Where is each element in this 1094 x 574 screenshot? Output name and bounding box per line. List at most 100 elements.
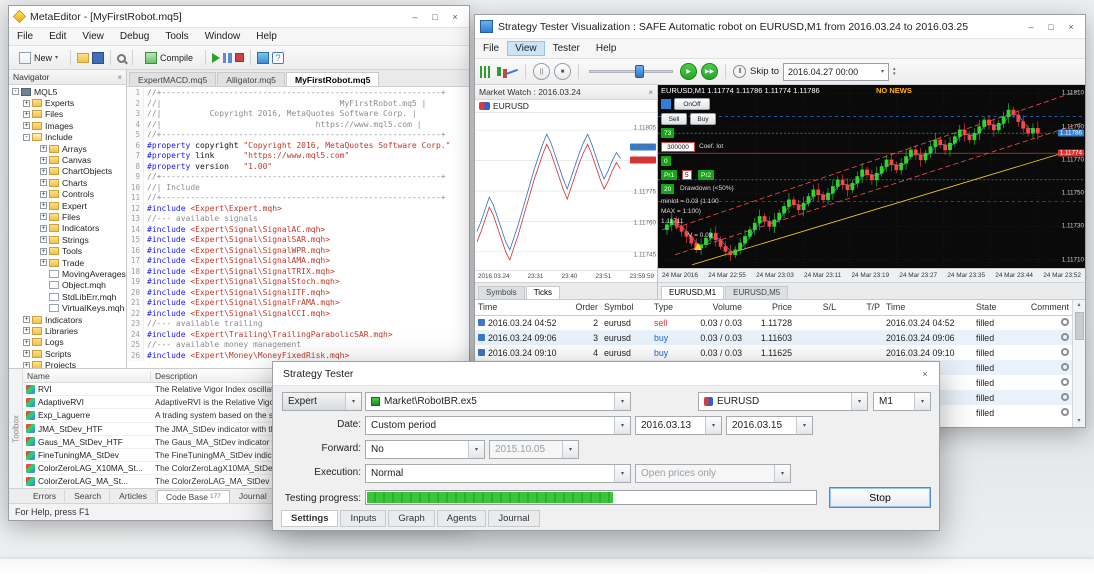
gear-icon[interactable] xyxy=(1061,332,1069,341)
gear-icon[interactable] xyxy=(1061,347,1069,356)
menu-item[interactable]: Help xyxy=(588,41,625,56)
navigator-item[interactable]: + Indicators xyxy=(9,223,126,234)
forward-combo[interactable]: No xyxy=(365,440,485,459)
tree-expander-icon[interactable]: + xyxy=(40,259,47,267)
chart-icon[interactable] xyxy=(257,51,270,64)
minimize-icon[interactable]: – xyxy=(406,9,424,25)
debug-start-icon[interactable] xyxy=(212,52,221,63)
pr1-value[interactable]: 5 xyxy=(682,170,692,180)
menu-item[interactable]: File xyxy=(9,29,41,44)
navigator-item[interactable]: + Files xyxy=(9,211,126,222)
navigator-item[interactable]: + Experts xyxy=(9,97,126,108)
bar-chart-icon[interactable] xyxy=(480,65,493,78)
candlestick-chart[interactable]: 1.11810 1.11790 1.11770 1.11750 1.11730 1.117… xyxy=(658,85,1085,268)
navigator-item[interactable]: + Libraries xyxy=(9,325,126,336)
tree-expander-icon[interactable]: + xyxy=(40,190,47,198)
menu-item[interactable]: Debug xyxy=(112,29,157,44)
buy-button[interactable]: Buy xyxy=(690,113,716,125)
date-to-combo[interactable]: 2016.03.15 xyxy=(726,416,813,435)
tree-expander-icon[interactable] xyxy=(40,305,47,312)
tree-expander-icon[interactable]: + xyxy=(40,247,47,255)
menu-item[interactable]: View xyxy=(74,29,112,44)
tree-expander-icon[interactable]: + xyxy=(23,99,30,107)
navigator-item[interactable]: + Scripts xyxy=(9,348,126,359)
toolbox-tab[interactable]: Errors xyxy=(25,490,66,502)
vertical-scrollbar[interactable]: ▴ ▾ xyxy=(1072,300,1085,427)
tree-expander-icon[interactable] xyxy=(40,270,47,277)
close-icon[interactable]: × xyxy=(916,366,934,382)
forward-date-combo[interactable]: 2015.10.05 xyxy=(489,440,579,459)
onoff-button[interactable]: OnOff xyxy=(674,98,710,110)
tester-tab[interactable]: Graph xyxy=(388,510,435,527)
gear-icon[interactable] xyxy=(1061,407,1069,416)
column-header[interactable]: Time xyxy=(883,300,973,316)
tester-tab[interactable]: Settings xyxy=(281,510,339,527)
tick-chart[interactable]: 1.11805 1.11790 1.11775 1.11760 1.11745 1.117… xyxy=(475,113,657,270)
close-icon[interactable]: × xyxy=(446,9,464,25)
tree-expander-icon[interactable]: + xyxy=(40,179,47,187)
menu-item[interactable]: Tools xyxy=(157,29,196,44)
minimize-icon[interactable]: – xyxy=(1022,19,1040,35)
navigator-item[interactable]: + ChartObjects xyxy=(9,166,126,177)
navigator-item[interactable]: + Canvas xyxy=(9,154,126,165)
tree-expander-icon[interactable]: + xyxy=(40,224,47,232)
chart-tab[interactable]: EURUSD,M5 xyxy=(725,286,789,299)
column-header[interactable]: Symbol xyxy=(601,300,651,316)
tree-expander-icon[interactable]: + xyxy=(40,213,47,221)
gear-icon[interactable] xyxy=(1061,317,1069,326)
document-tab[interactable]: ExpertMACD.mq5 xyxy=(129,72,217,86)
navigator-item[interactable]: VirtualKeys.mqh xyxy=(9,302,126,313)
tree-expander-icon[interactable]: + xyxy=(23,122,30,130)
tester-tab[interactable]: Inputs xyxy=(340,510,387,527)
close-icon[interactable]: × xyxy=(648,88,653,97)
execution-combo[interactable]: Normal xyxy=(365,464,631,483)
debug-pause-icon[interactable] xyxy=(223,52,233,63)
debug-stop-icon[interactable] xyxy=(235,53,245,62)
menu-item[interactable]: Window xyxy=(197,29,249,44)
navigator-item[interactable]: - MQL5 xyxy=(9,86,126,97)
symbol-row[interactable]: EURUSD xyxy=(475,100,657,113)
execution-extra-combo[interactable]: Open prices only xyxy=(635,464,791,483)
tree-expander-icon[interactable]: + xyxy=(23,316,30,323)
fast-forward-button[interactable]: ▶▶ xyxy=(701,63,718,80)
navigator-item[interactable]: Object.mqh xyxy=(9,280,126,291)
tree-expander-icon[interactable] xyxy=(40,282,47,289)
close-icon[interactable]: × xyxy=(1062,19,1080,35)
search-icon[interactable] xyxy=(117,54,127,63)
market-watch-tab[interactable]: Symbols xyxy=(478,286,525,299)
scroll-up-icon[interactable]: ▴ xyxy=(1077,300,1080,311)
column-header-description[interactable]: Description xyxy=(151,371,198,381)
dialog-titlebar[interactable]: Strategy Tester × xyxy=(273,362,939,386)
tree-expander-icon[interactable]: + xyxy=(40,156,47,164)
chart-tab[interactable]: EURUSD,M1 xyxy=(661,286,725,299)
spinner-control[interactable]: ▴ ▾ xyxy=(893,66,896,77)
document-tab[interactable]: Alligator.mq5 xyxy=(217,72,285,86)
date-from-combo[interactable]: 2016.03.13 xyxy=(635,416,722,435)
play-button[interactable]: ▶ xyxy=(680,63,697,80)
tester-tab[interactable]: Agents xyxy=(436,510,487,527)
trade-row[interactable]: 2016.03.24 09:06 3 eurusd buy 0.03 / 0.0… xyxy=(475,330,1072,345)
compile-button[interactable]: Compile xyxy=(139,48,199,67)
period-combo[interactable]: M1 xyxy=(873,392,931,411)
tree-expander-icon[interactable]: + xyxy=(40,202,47,210)
column-header[interactable]: Comment xyxy=(1015,300,1072,316)
stop-playback-button[interactable]: ■ xyxy=(554,63,571,80)
toolbox-tab[interactable]: Search xyxy=(66,490,111,502)
trade-row[interactable]: 2016.03.24 04:52 2 eurusd sell 0.03 / 0.… xyxy=(475,315,1072,330)
toolbox-tab[interactable]: Articles xyxy=(111,490,156,502)
symbol-combo[interactable]: EURUSD xyxy=(698,392,868,411)
navigator-item[interactable]: + Controls xyxy=(9,189,126,200)
stop-button[interactable]: Stop xyxy=(829,487,931,508)
tree-expander-icon[interactable]: + xyxy=(23,350,30,358)
tester-tab[interactable]: Journal xyxy=(488,510,540,527)
maximize-icon[interactable]: □ xyxy=(1042,19,1060,35)
gear-icon[interactable] xyxy=(1061,392,1069,401)
scrollbar-thumb[interactable] xyxy=(1074,312,1084,340)
navigator-item[interactable]: + Trade xyxy=(9,257,126,268)
open-file-icon[interactable] xyxy=(77,52,90,63)
lot-input[interactable]: 300000 xyxy=(661,142,695,152)
navigator-item[interactable]: MovingAverages.mqh xyxy=(9,268,126,279)
speed-slider[interactable] xyxy=(589,64,673,79)
pause-button[interactable]: || xyxy=(533,63,550,80)
line-chart-icon[interactable] xyxy=(505,66,518,78)
